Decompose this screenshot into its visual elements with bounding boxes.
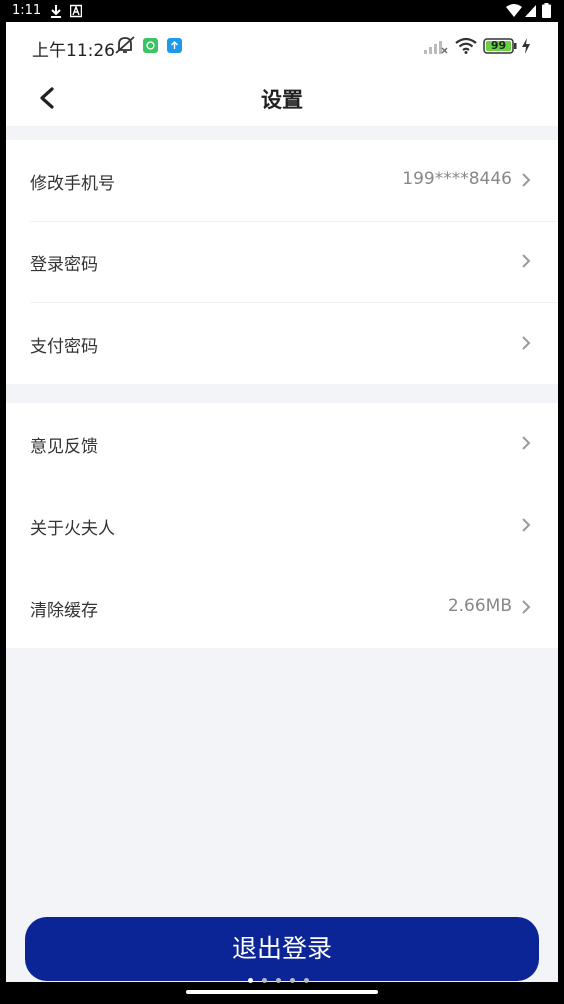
phone-number-value: 199****8446 — [402, 169, 512, 189]
row-label: 关于火夫人 — [30, 519, 115, 539]
cellular-signal-icon — [424, 39, 448, 58]
app-screen: 上午11:26 99 设置 修改手机号 199****8446 登录密码 支付密… — [6, 22, 558, 982]
chevron-right-icon — [520, 435, 532, 451]
battery-icon: 99 — [483, 38, 517, 54]
notification-a-icon — [69, 3, 83, 22]
wechat-app-icon — [143, 38, 158, 57]
signal-icon — [525, 3, 537, 22]
login-password-row[interactable]: 登录密码 — [6, 221, 558, 302]
page-dot — [262, 978, 267, 983]
muted-notification-icon — [114, 35, 136, 59]
home-indicator[interactable] — [186, 990, 378, 994]
chevron-right-icon — [520, 599, 532, 615]
row-label: 登录密码 — [30, 255, 98, 275]
page-title: 设置 — [261, 88, 303, 112]
chevron-right-icon — [520, 335, 532, 351]
about-row[interactable]: 关于火夫人 — [6, 485, 558, 566]
wifi-icon — [454, 37, 478, 58]
account-settings-group: 修改手机号 199****8446 登录密码 支付密码 — [6, 140, 558, 384]
page-header: 设置 — [6, 70, 558, 126]
clear-cache-row[interactable]: 清除缓存 2.66MB — [6, 567, 558, 648]
feedback-row[interactable]: 意见反馈 — [6, 403, 558, 484]
chevron-right-icon — [520, 517, 532, 533]
row-label: 意见反馈 — [30, 437, 98, 457]
row-label: 清除缓存 — [30, 601, 98, 621]
page-dot — [304, 978, 309, 983]
charging-icon — [521, 38, 531, 58]
system-time: 1:11 — [12, 3, 42, 18]
page-dot — [276, 978, 281, 983]
app-status-bar: 上午11:26 99 — [6, 22, 558, 70]
wifi-icon — [506, 3, 522, 22]
battery-level: 99 — [490, 39, 507, 52]
change-phone-row[interactable]: 修改手机号 199****8446 — [6, 140, 558, 221]
status-time: 上午11:26 — [32, 41, 115, 61]
payment-password-row[interactable]: 支付密码 — [6, 303, 558, 384]
row-label: 支付密码 — [30, 337, 98, 357]
chevron-right-icon — [520, 172, 532, 188]
page-dot-active — [248, 978, 253, 983]
chevron-right-icon — [520, 253, 532, 269]
page-indicator — [248, 978, 309, 983]
cache-size-value: 2.66MB — [447, 596, 512, 616]
app-settings-group: 意见反馈 关于火夫人 清除缓存 2.66MB — [6, 403, 558, 648]
upload-app-icon — [167, 38, 182, 57]
page-dot — [290, 978, 295, 983]
battery-icon — [542, 3, 551, 22]
row-label: 修改手机号 — [30, 174, 115, 194]
logout-button[interactable]: 退出登录 — [25, 917, 539, 981]
download-icon — [50, 3, 62, 22]
bottom-navigation-strip — [0, 978, 564, 1004]
system-status-bar: 1:11 — [0, 0, 564, 22]
